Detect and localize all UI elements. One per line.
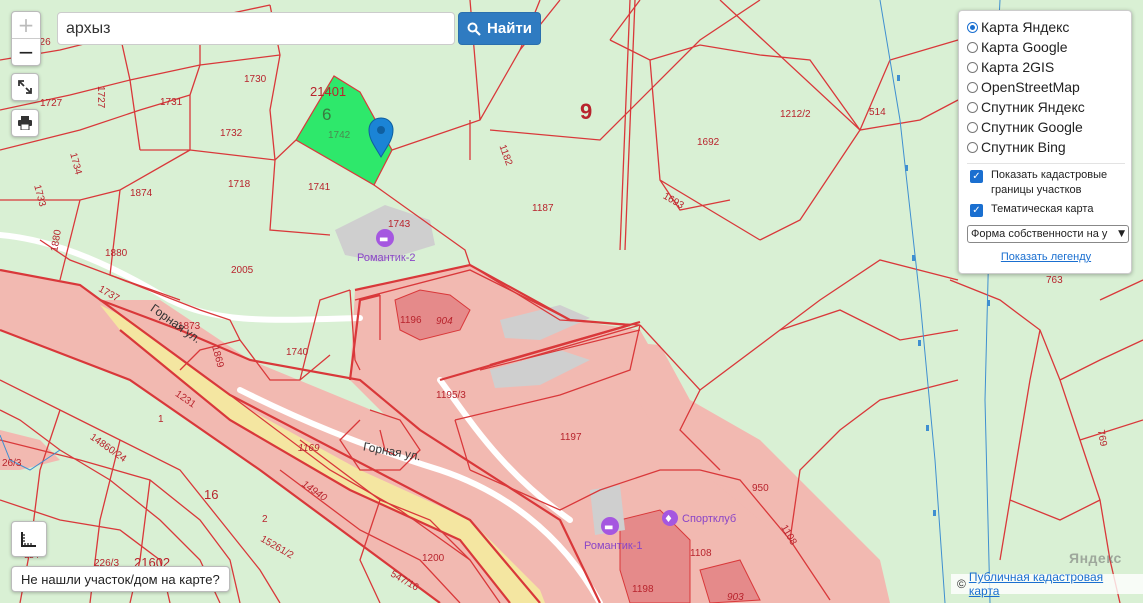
- parcel-label: 1742: [328, 130, 351, 141]
- parcel-label: 1731: [160, 97, 183, 108]
- ruler-icon: [21, 532, 36, 547]
- search-input[interactable]: [57, 12, 455, 45]
- attribution: © Публичная кадастровая карта: [951, 570, 1143, 598]
- parcel-label: 1727: [40, 98, 63, 109]
- layer-option-google-map[interactable]: Карта Google: [967, 37, 1125, 57]
- print-button[interactable]: [11, 109, 39, 137]
- checkbox-checked-icon[interactable]: ✓: [970, 204, 983, 217]
- layer-option-label: OpenStreetMap: [981, 79, 1080, 95]
- show-cadastral-checkbox[interactable]: ✓ Показать кадастровые границы участков: [967, 168, 1125, 198]
- svg-text:▬: ▬: [604, 522, 613, 533]
- printer-icon: [18, 116, 32, 130]
- parcel-label: 1212/2: [780, 109, 811, 120]
- parcel-label: 1197: [560, 432, 582, 443]
- layer-option-label: Карта 2GIS: [981, 59, 1055, 75]
- parcel-label: 1718: [228, 179, 251, 190]
- layer-option-bing-satellite[interactable]: Спутник Bing: [967, 137, 1125, 157]
- zoom-out-button[interactable]: −: [12, 39, 40, 65]
- parcel-label: 514: [869, 107, 886, 118]
- checkbox-label: Тематическая карта: [991, 203, 1094, 215]
- radio-icon[interactable]: [967, 121, 978, 133]
- poi-label: Романтик-2: [357, 252, 416, 264]
- parcel-label: 1874: [130, 188, 153, 199]
- copyright-symbol: ©: [957, 577, 966, 591]
- layer-option-yandex-satellite[interactable]: Спутник Яндекс: [967, 97, 1125, 117]
- layer-option-2gis-map[interactable]: Карта 2GIS: [967, 57, 1125, 77]
- chevron-down-icon: ▼: [1118, 229, 1125, 239]
- parcel-label: 2: [262, 514, 268, 525]
- radio-icon[interactable]: [967, 101, 978, 113]
- checkbox-label: Показать кадастровые границы участков: [991, 169, 1108, 196]
- not-found-label: Не нашли участок/дом на карте?: [21, 571, 220, 587]
- parcel-label: 1741: [308, 182, 331, 193]
- fullscreen-icon: [18, 80, 32, 94]
- parcel-label: 1169: [298, 443, 320, 454]
- parcel-label: 1200: [422, 553, 445, 564]
- ownership-select-value: Форма собственности на у: [971, 228, 1108, 240]
- layer-option-label: Карта Google: [981, 39, 1068, 55]
- quarter-label: 21401: [310, 84, 346, 99]
- parcel-label: 763: [1046, 275, 1063, 286]
- search-icon: [467, 22, 481, 36]
- parcel-label: 1732: [220, 128, 243, 139]
- layer-option-label: Спутник Яндекс: [981, 99, 1085, 115]
- svg-text:♦: ♦: [664, 514, 673, 525]
- zoom-in-button[interactable]: +: [12, 12, 40, 38]
- poi-sportclub[interactable]: ♦ Спортклуб: [662, 510, 736, 526]
- parcel-label: 1727: [95, 86, 106, 109]
- layer-option-label: Карта Яндекс: [981, 19, 1070, 35]
- ownership-select[interactable]: Форма собственности на у ▼: [967, 225, 1129, 243]
- parcel-label: 1: [158, 414, 164, 425]
- svg-text:▬: ▬: [379, 234, 388, 245]
- not-found-button[interactable]: Не нашли участок/дом на карте?: [11, 566, 230, 592]
- poi-label: Романтик-1: [584, 540, 643, 552]
- layer-option-label: Спутник Google: [981, 119, 1083, 135]
- radio-icon[interactable]: [967, 41, 978, 53]
- layer-option-google-satellite[interactable]: Спутник Google: [967, 117, 1125, 137]
- parcel-label: 903: [727, 592, 744, 603]
- radio-icon[interactable]: [967, 141, 978, 153]
- panel-divider: [967, 163, 1125, 164]
- radio-icon[interactable]: [967, 61, 978, 73]
- parcel-label: 904: [436, 316, 453, 327]
- ruler-button[interactable]: [11, 521, 47, 557]
- parcel-label: 2005: [231, 265, 254, 276]
- parcel-label: 26/3: [2, 458, 22, 469]
- layer-option-label: Спутник Bing: [981, 139, 1066, 155]
- parcel-label: 1740: [286, 347, 309, 358]
- layer-option-yandex-map[interactable]: Карта Яндекс: [967, 17, 1125, 37]
- radio-icon[interactable]: [967, 81, 978, 93]
- parcel-label: 1880: [105, 248, 128, 259]
- quarter-label: 16: [204, 487, 218, 502]
- checkbox-checked-icon[interactable]: ✓: [970, 170, 983, 183]
- district-label: 6: [322, 105, 331, 124]
- yandex-watermark: Яндекс: [1069, 550, 1122, 566]
- poi-label: Спортклуб: [682, 513, 736, 525]
- parcel-label: 950: [752, 483, 769, 494]
- quarter-label: 9: [580, 99, 592, 124]
- show-legend-link[interactable]: Показать легенду: [967, 251, 1125, 263]
- parcel-label: 1187: [532, 203, 554, 214]
- layer-panel: Карта Яндекс Карта Google Карта 2GIS Ope…: [958, 10, 1132, 274]
- zoom-controls: + −: [11, 11, 41, 66]
- parcel-label: 1195/3: [436, 390, 466, 401]
- radio-icon[interactable]: [967, 21, 978, 33]
- fullscreen-button[interactable]: [11, 73, 39, 101]
- parcel-label: 1692: [697, 137, 720, 148]
- parcel-label: 1198: [632, 584, 654, 595]
- parcel-label: 1730: [244, 74, 267, 85]
- cadastral-map-link[interactable]: Публичная кадастровая карта: [969, 570, 1137, 598]
- thematic-map-checkbox[interactable]: ✓ Тематическая карта: [967, 202, 1125, 217]
- parcel-label: 1108: [690, 548, 712, 559]
- layer-option-osm[interactable]: OpenStreetMap: [967, 77, 1125, 97]
- search-button-label: Найти: [487, 20, 532, 37]
- search-button[interactable]: Найти: [458, 12, 541, 45]
- parcel-label: 1196: [400, 315, 422, 326]
- parcel-label: 1743: [388, 219, 411, 230]
